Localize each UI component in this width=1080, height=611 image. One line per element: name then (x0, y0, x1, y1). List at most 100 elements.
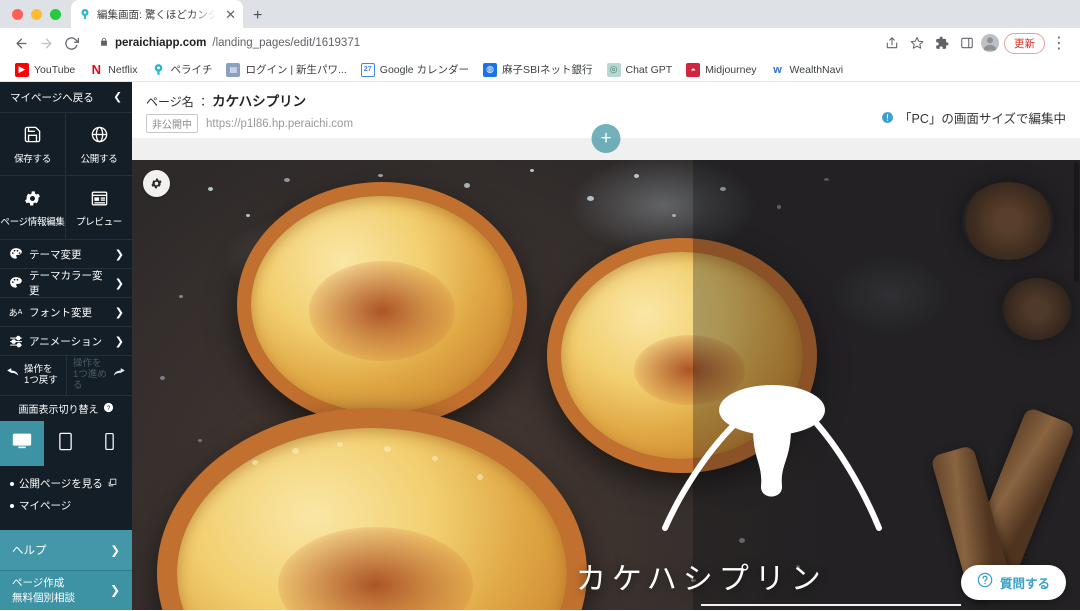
url-path: /landing_pages/edit/1619371 (212, 37, 361, 49)
maximize-window-button[interactable] (50, 9, 61, 20)
chatgpt-icon: ◎ (606, 62, 621, 77)
canvas-scroll-thumb[interactable] (1074, 162, 1079, 282)
profile-avatar[interactable] (981, 34, 999, 52)
redo-arrow-icon (112, 367, 126, 385)
window-traffic-lights[interactable] (12, 9, 61, 20)
sidebar-item-animation[interactable]: アニメーション ❯ (0, 327, 132, 356)
bookmark-sbi-bank[interactable]: ◍ 麻子SBIネット銀行 (477, 60, 598, 79)
reload-button[interactable] (60, 32, 82, 54)
bookmark-google-calendar[interactable]: 27 Google カレンダー (355, 60, 475, 79)
page-info-edit-button[interactable]: ページ情報編集 (0, 176, 66, 239)
sidebar-item-font[interactable]: あA フォント変更 ❯ (0, 298, 132, 327)
bookmark-peraichi[interactable]: ペライチ (145, 60, 218, 79)
display-switch-label: 画面表示切り替え (18, 405, 99, 416)
display-switch-title: 画面表示切り替え ? (0, 396, 132, 421)
peraichi-icon (151, 63, 165, 77)
page-name-value: カケハシプリン (212, 94, 307, 109)
wealthnavi-icon: w (773, 63, 782, 76)
sidebar-item-theme-color[interactable]: テーマカラー変更 ❯ (0, 269, 132, 298)
bookmark-youtube[interactable]: ▶ YouTube (9, 61, 81, 79)
back-button[interactable] (10, 32, 32, 54)
save-button[interactable]: 保存する (0, 113, 66, 176)
chat-ask-label: 質問する (999, 577, 1050, 591)
address-bar[interactable]: peraichiapp.com/landing_pages/edit/16193… (91, 32, 878, 54)
bookmark-label: 麻子SBIネット銀行 (502, 64, 593, 76)
browser-toolbar: peraichiapp.com/landing_pages/edit/16193… (0, 28, 1080, 58)
bullet-icon (10, 481, 14, 486)
palette-icon (8, 247, 23, 261)
undo-arrow-icon (6, 367, 20, 385)
page-name-label: ページ名 ： (146, 95, 210, 109)
sbi-bank-icon: ◍ (483, 62, 498, 77)
hero-title[interactable]: カケハシプリン (576, 554, 827, 598)
consult-label-line1: ページ作成 (12, 577, 65, 590)
close-window-button[interactable] (12, 9, 23, 20)
device-tablet-button[interactable] (44, 421, 88, 466)
smartphone-icon (104, 432, 115, 456)
bookmark-label: Google カレンダー (379, 64, 470, 76)
midjourney-icon: ◓ (686, 62, 701, 77)
preview-button[interactable]: プレビュー (66, 176, 132, 239)
undo-label-line1: 操作を (24, 363, 53, 375)
status-badge: 非公開中 (146, 114, 198, 133)
preview-window-icon (90, 187, 109, 209)
sidebar-item-font-label: フォント変更 (29, 306, 92, 319)
editor-sidebar: マイページへ戻る ❮ 保存する 公開する ページ情報編集 プレビュー テーマ変更… (0, 82, 132, 610)
desktop-monitor-icon (11, 430, 33, 457)
block-settings-gear-icon[interactable] (143, 170, 170, 197)
browser-menu-icon[interactable]: ⋮ (1048, 32, 1070, 54)
youtube-icon: ▶ (15, 62, 29, 77)
external-link-icon (108, 478, 117, 490)
bookmark-netflix[interactable]: N Netflix (83, 61, 143, 79)
mypage-link[interactable]: マイページ (10, 498, 132, 513)
bookmark-chatgpt[interactable]: ◎ Chat GPT (601, 61, 679, 79)
browser-chrome: 編集画面: 驚くほどカンタン！無料 ✕ + peraichiapp.com/la… (0, 0, 1080, 82)
bullet-icon (10, 503, 14, 508)
canvas-scrollbar[interactable] (1073, 160, 1080, 610)
bookmark-wealthnavi[interactable]: w WealthNavi (765, 61, 850, 79)
device-desktop-button[interactable] (0, 421, 44, 466)
bookmark-label: WealthNavi (789, 63, 844, 76)
toolbar-icon-group: 更新 ⋮ (881, 32, 1070, 54)
help-button[interactable]: ヘルプ ❯ (0, 530, 132, 570)
page-url[interactable]: https://p1l86.hp.peraichi.com (206, 118, 353, 130)
chevron-right-icon: ❯ (109, 583, 120, 598)
browser-window: 編集画面: 驚くほどカンタン！無料 ✕ + peraichiapp.com/la… (0, 0, 1080, 611)
share-icon[interactable] (881, 32, 903, 54)
bookmark-label: ペライチ (170, 64, 213, 76)
back-to-mypage-label: マイページへ戻る (10, 91, 94, 104)
help-circle-icon[interactable]: ? (103, 402, 114, 416)
update-button[interactable]: 更新 (1004, 32, 1045, 54)
bookmark-star-icon[interactable] (906, 32, 928, 54)
close-tab-button[interactable]: ✕ (225, 8, 236, 21)
consult-label-line2: 無料個別相談 (12, 591, 75, 604)
hero-overlay-right (693, 160, 1080, 610)
publish-button[interactable]: 公開する (66, 113, 132, 176)
chat-ask-button[interactable]: 質問する (960, 565, 1066, 600)
device-mobile-button[interactable] (88, 421, 132, 466)
redo-button[interactable]: 操作を 1つ進める (66, 356, 132, 395)
undo-button[interactable]: 操作を 1つ戻す (0, 356, 66, 395)
preview-button-label: プレビュー (75, 217, 122, 228)
add-block-button[interactable]: + (591, 124, 621, 153)
extensions-puzzle-icon[interactable] (931, 32, 953, 54)
minimize-window-button[interactable] (31, 9, 42, 20)
side-panel-icon[interactable] (956, 32, 978, 54)
free-consultation-button[interactable]: ページ作成 無料個別相談 ❯ (0, 570, 132, 610)
hero-block[interactable]: カケハシプリン 質問する (132, 160, 1080, 610)
view-published-page-link[interactable]: 公開ページを見る (10, 476, 132, 491)
url-domain: peraichiapp.com (115, 37, 207, 49)
forward-button[interactable] (35, 32, 57, 54)
canvas-area: + カケハシプリン 質問する (132, 124, 1080, 610)
bookmark-midjourney[interactable]: ◓ Midjourney (680, 61, 762, 79)
bookmark-shinsei-bank[interactable]: ▤ ログイン | 新生パワ... (220, 60, 352, 79)
browser-tab[interactable]: 編集画面: 驚くほどカンタン！無料 ✕ (71, 0, 243, 28)
sidebar-item-theme[interactable]: テーマ変更 ❯ (0, 240, 132, 269)
bookmark-label: Midjourney (705, 63, 757, 76)
back-to-mypage-button[interactable]: マイページへ戻る ❮ (0, 82, 132, 113)
page-info-edit-label: ページ情報編集 (0, 217, 65, 228)
page-name-row: ページ名 ： カケハシプリン (146, 90, 353, 110)
new-tab-button[interactable]: + (253, 8, 262, 24)
bookmark-label: Chat GPT (625, 63, 673, 76)
page-header-left: ページ名 ： カケハシプリン 非公開中 https://p1l86.hp.per… (146, 90, 353, 138)
